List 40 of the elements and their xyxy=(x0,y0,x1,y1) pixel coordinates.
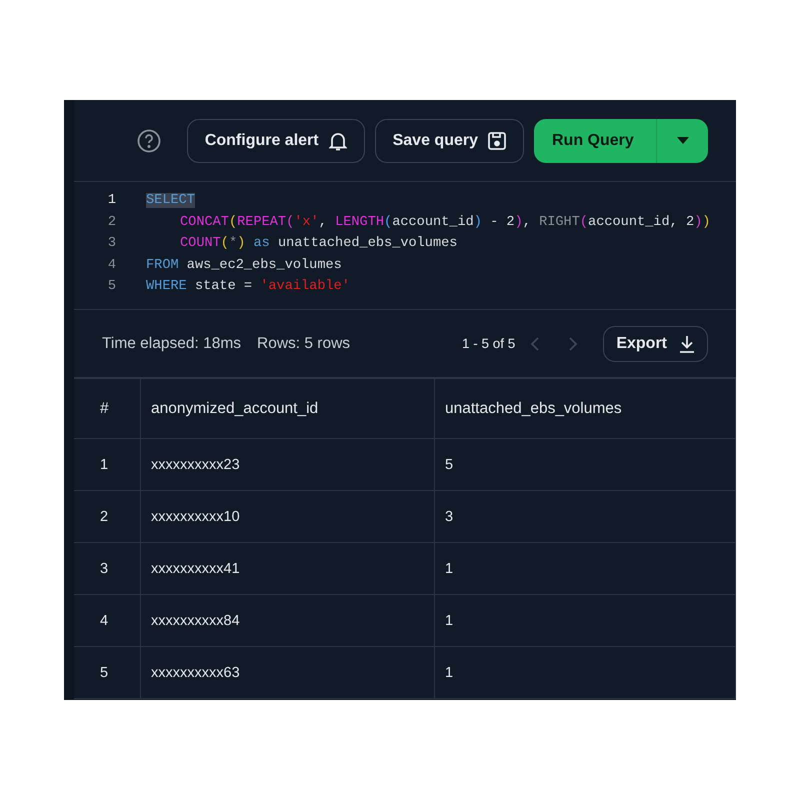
chevron-right-icon xyxy=(568,336,578,352)
table-cell: xxxxxxxxxx10 xyxy=(140,490,434,542)
code-line: CONCAT(REPEAT('x', LENGTH(account_id) - 2), RIGHT(account_id, 2)) xyxy=(179,214,710,230)
table-cell: xxxxxxxxxx41 xyxy=(140,542,434,594)
line-number: 1 xyxy=(106,193,116,208)
bell-icon xyxy=(328,130,347,150)
table-cell: xxxxxxxxxx23 xyxy=(140,438,434,490)
table-cell: xxxxxxxxxx84 xyxy=(140,594,434,646)
table-cell: 1 xyxy=(434,542,736,594)
line-number: 2 xyxy=(106,214,116,230)
time-elapsed: Time elapsed: 18ms xyxy=(102,334,241,352)
table-cell: 2 xyxy=(74,490,140,542)
download-icon xyxy=(679,334,695,352)
line-number: 3 xyxy=(106,236,116,252)
table-cell: 5 xyxy=(434,438,736,490)
chevron-left-icon xyxy=(530,336,540,352)
table-cell: 4 xyxy=(74,594,140,646)
caret-icon xyxy=(676,137,688,144)
code-line: WHERE state = 'available' xyxy=(146,279,350,294)
table-cell: 1 xyxy=(74,438,140,490)
line-number: 4 xyxy=(106,258,116,273)
column-header[interactable]: # xyxy=(74,378,140,438)
export-button[interactable]: Export xyxy=(603,326,708,362)
table-cell: 1 xyxy=(434,646,736,698)
line-number: 5 xyxy=(106,279,116,294)
help-icon[interactable] xyxy=(136,128,161,152)
table-cell: 5 xyxy=(74,646,140,698)
table-cell: 1 xyxy=(434,594,736,646)
page-range: 1 - 5 of 5 xyxy=(462,336,516,351)
row-count: Rows: 5 rows xyxy=(257,334,350,352)
configure-alert-button[interactable]: Configure alert xyxy=(186,118,365,162)
table-cell: xxxxxxxxxx63 xyxy=(140,646,434,698)
save-icon xyxy=(488,132,506,150)
save-query-button[interactable]: Save query xyxy=(374,118,524,162)
code-line: COUNT(*) as unattached_ebs_volumes xyxy=(179,236,458,252)
column-header[interactable]: anonymized_account_id xyxy=(140,378,434,438)
code-line: FROM aws_ec2_ebs_volumes xyxy=(146,258,342,273)
column-header[interactable]: unattached_ebs_volumes xyxy=(434,378,736,438)
table-cell: 3 xyxy=(74,542,140,594)
table-cell: 3 xyxy=(434,490,736,542)
